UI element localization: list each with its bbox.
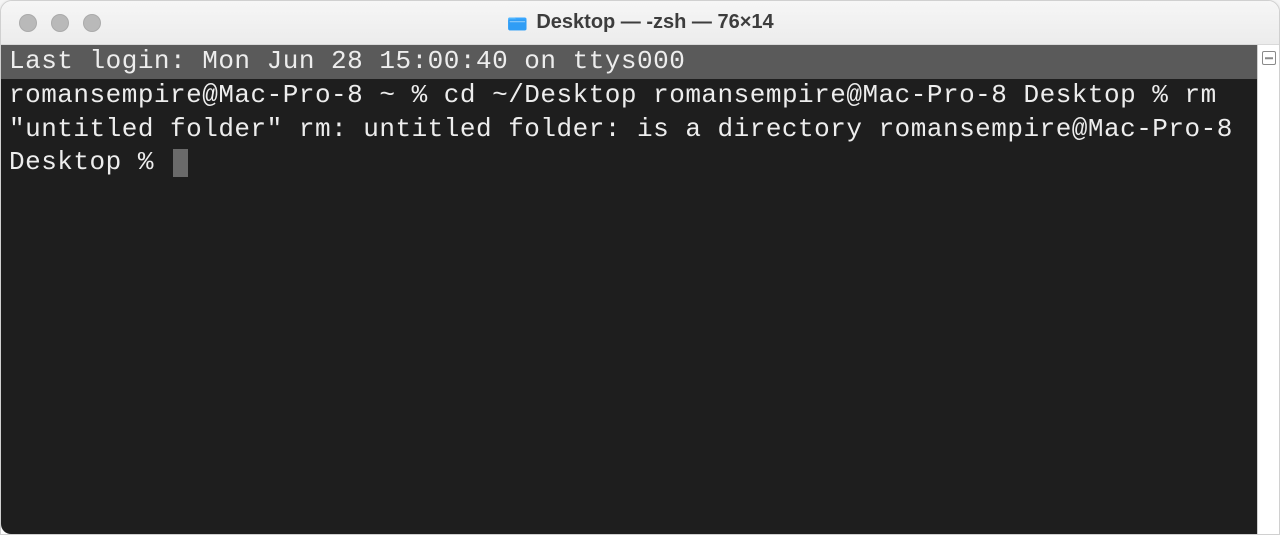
- prompt-text: romansempire@Mac-Pro-8 ~ %: [9, 80, 444, 110]
- split-pane-icon[interactable]: [1262, 51, 1276, 65]
- prompt-text: romansempire@Mac-Pro-8 Desktop %: [653, 80, 1184, 110]
- cursor: [173, 149, 188, 177]
- minimize-button[interactable]: [51, 14, 69, 32]
- content-area: Last login: Mon Jun 28 15:00:40 on ttys0…: [1, 45, 1279, 534]
- folder-icon: [506, 12, 528, 34]
- prompt-line-1: romansempire@Mac-Pro-8 ~ % cd ~/Desktop: [9, 80, 637, 110]
- traffic-lights: [1, 14, 101, 32]
- zoom-button[interactable]: [83, 14, 101, 32]
- window-title: Desktop — -zsh — 76×14: [536, 11, 773, 34]
- close-button[interactable]: [19, 14, 37, 32]
- scrollbar-gutter[interactable]: [1257, 45, 1279, 534]
- terminal-output[interactable]: Last login: Mon Jun 28 15:00:40 on ttys0…: [1, 45, 1257, 534]
- last-login-line: Last login: Mon Jun 28 15:00:40 on ttys0…: [1, 45, 1257, 79]
- terminal-window: Desktop — -zsh — 76×14 Last login: Mon J…: [0, 0, 1280, 535]
- command-text: cd ~/Desktop: [444, 80, 637, 110]
- titlebar[interactable]: Desktop — -zsh — 76×14: [1, 1, 1279, 45]
- window-title-group: Desktop — -zsh — 76×14: [506, 11, 773, 34]
- stderr-line: rm: untitled folder: is a directory: [299, 114, 863, 144]
